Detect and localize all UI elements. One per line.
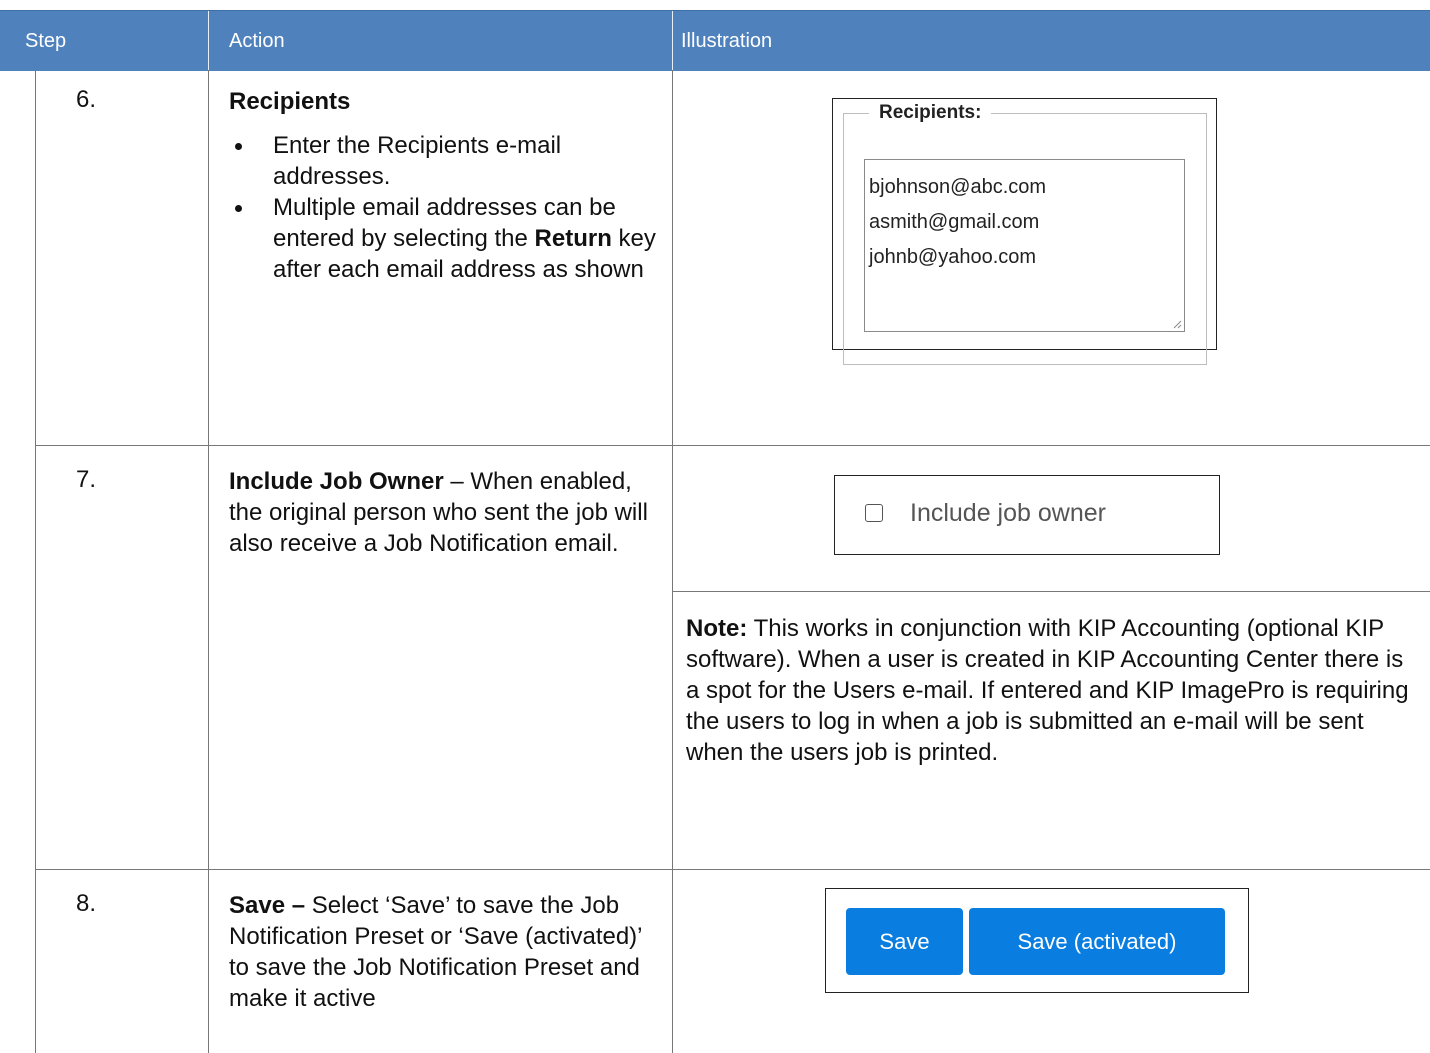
procedure-page: Step Action Illustration 6. Recipients E… [0,0,1430,1053]
step-title: Recipients [229,88,351,115]
note-label: Note: [686,615,748,642]
bullet-icon [235,143,242,150]
header-divider [672,11,673,71]
recipients-legend: Recipients: [869,102,992,124]
row-divider [35,869,1430,870]
step-action: Recipients Enter the Recipients e-mail a… [229,86,659,285]
column-divider [672,70,673,1053]
step-title: Include Job Owner [229,468,444,495]
bullet-text: Enter the Recipients e-mail addresses. [273,132,562,190]
header-action: Action [229,30,285,52]
table-header-row: Step Action Illustration [0,10,1430,71]
step-number: 8. [76,890,97,917]
note-body: This works in conjunction with KIP Accou… [686,615,1409,766]
header-step: Step [25,30,67,52]
column-divider [208,70,209,1053]
save-button[interactable]: Save [846,908,963,975]
step-action: Save – Select ‘Save’ to save the Job Not… [229,890,659,1014]
step-title: Save – [229,892,306,919]
bullet-list: Enter the Recipients e-mail addresses. M… [229,130,659,285]
table-border-left [35,70,36,1053]
include-owner-label: Include job owner [910,499,1106,527]
save-activated-button[interactable]: Save (activated) [969,908,1225,975]
list-item: Enter the Recipients e-mail addresses. [229,130,659,192]
header-divider [208,11,209,71]
recipients-screenshot: Recipients: bjohnson@abc.com asmith@gmai… [832,98,1217,365]
row-divider [35,445,1430,446]
email-entry: bjohnson@abc.com [869,176,1047,198]
bullet-icon [235,205,242,212]
step-action: Include Job Owner – When enabled, the or… [229,466,659,559]
key-name: Return [534,225,612,252]
step-number: 7. [76,466,97,493]
include-owner-checkbox[interactable] [865,504,883,522]
row-divider [672,591,1430,592]
resize-grip-icon[interactable] [1172,319,1182,329]
email-entry: asmith@gmail.com [869,211,1040,233]
list-item: Multiple email addresses can be entered … [229,192,659,285]
recipients-textarea[interactable]: bjohnson@abc.com asmith@gmail.com johnb@… [864,159,1185,332]
header-illustration: Illustration [681,30,773,52]
step-number: 6. [76,86,97,113]
include-owner-screenshot: Include job owner [834,475,1220,555]
email-entry: johnb@yahoo.com [869,246,1037,268]
save-buttons-screenshot: Save Save (activated) [825,888,1249,993]
note-text: Note: This works in conjunction with KIP… [686,613,1421,768]
